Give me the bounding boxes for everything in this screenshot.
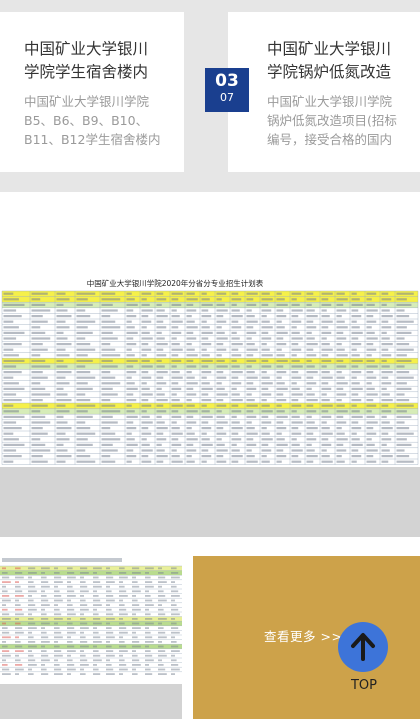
- back-to-top-button[interactable]: [338, 622, 388, 672]
- arrow-up-icon: [351, 633, 375, 661]
- news-date-day: 03: [215, 71, 239, 91]
- enrollment-plan-image-2[interactable]: [0, 556, 182, 719]
- enrollment-plan-document: 中国矿业大学银川学院2020年分省分专业招生计划表: [0, 275, 420, 467]
- news-card[interactable]: 中国矿业大学银川 学院学生宿舍楼内 中国矿业大学银川学院 B5、B6、B9、B1…: [0, 12, 184, 172]
- enrollment-plan-image[interactable]: 中国矿业大学银川学院2020年分省分专业招生计划表: [0, 275, 420, 537]
- news-title[interactable]: 中国矿业大学银川 学院学生宿舍楼内: [24, 38, 174, 84]
- plan-table-grid-2: [0, 558, 182, 675]
- news-date-block: 03 07: [205, 68, 249, 112]
- news-date-month: 07: [220, 91, 234, 104]
- enrollment-plan-table: 中国矿业大学银川学院2020年分省分专业招生计划表: [1, 278, 419, 465]
- plan-table-grid: [1, 290, 419, 465]
- news-title[interactable]: 中国矿业大学银川 学院锅炉低氮改造: [267, 38, 417, 84]
- news-carousel: 中国矿业大学银川 学院学生宿舍楼内 中国矿业大学银川学院 B5、B6、B9、B1…: [0, 0, 420, 192]
- view-more-link[interactable]: 查看更多 >>: [264, 626, 342, 645]
- enrollment-plan-title: 中国矿业大学银川学院2020年分省分专业招生计划表: [87, 278, 264, 288]
- enrollment-plan-document-2: [0, 556, 182, 684]
- enrollment-plan-table-2: [0, 558, 182, 675]
- news-card[interactable]: 中国矿业大学银川 学院锅炉低氮改造 中国矿业大学银川学院 锅炉低氮改造项目(招标…: [228, 12, 420, 172]
- back-to-top-label[interactable]: TOP: [336, 678, 392, 693]
- news-summary: 中国矿业大学银川学院 B5、B6、B9、B10、 B11、B12学生宿舍楼内: [24, 94, 161, 147]
- news-summary: 中国矿业大学银川学院 锅炉低氮改造项目(招标 编号，接受合格的国内: [267, 94, 397, 147]
